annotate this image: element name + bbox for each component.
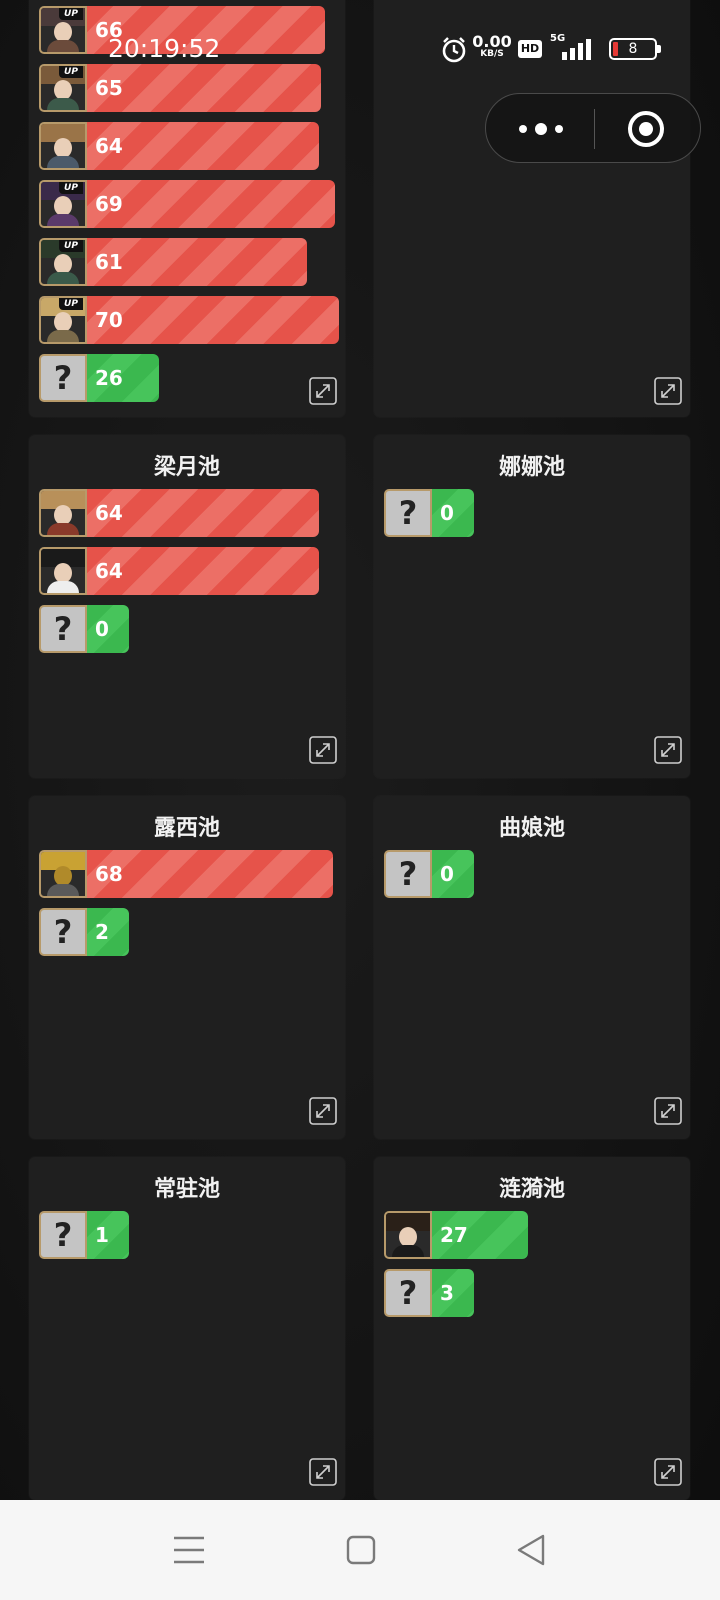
- pool-row[interactable]: UP 69: [39, 180, 335, 228]
- home-square-icon[interactable]: [345, 1534, 377, 1566]
- pool-card-top-right: [374, 0, 690, 417]
- capsule-divider: [594, 109, 595, 149]
- pity-count-bar: 65: [85, 64, 321, 112]
- unknown-avatar: ?: [39, 354, 87, 402]
- pool-row[interactable]: ? 0: [39, 605, 131, 653]
- pool-row[interactable]: UP 61: [39, 238, 307, 286]
- pool-row[interactable]: UP 65: [39, 64, 321, 112]
- pity-count-bar: 61: [85, 238, 307, 286]
- character-avatar: UP: [39, 238, 87, 286]
- expand-icon[interactable]: [654, 377, 682, 405]
- question-mark-icon: ?: [53, 610, 73, 648]
- battery-icon: 8: [609, 38, 661, 60]
- pity-count-bar: 69: [85, 180, 335, 228]
- unknown-avatar: ?: [39, 605, 87, 653]
- pity-count-bar: 70: [85, 296, 339, 344]
- pool-row[interactable]: ? 2: [39, 908, 131, 956]
- expand-icon[interactable]: [309, 1458, 337, 1486]
- character-avatar: [384, 1211, 432, 1259]
- more-dots-icon[interactable]: [516, 116, 566, 142]
- character-avatar: [39, 489, 87, 537]
- alarm-icon: [442, 37, 466, 63]
- pool-row[interactable]: ? 0: [384, 489, 476, 537]
- net-speed: 0.00 KB/S: [472, 32, 512, 59]
- hd-badge: HD: [518, 40, 542, 58]
- pool-title: 常驻池: [153, 1177, 220, 1202]
- expand-icon[interactable]: [309, 1097, 337, 1125]
- expand-icon[interactable]: [309, 736, 337, 764]
- pity-count-bar: 64: [85, 547, 319, 595]
- character-avatar: [39, 547, 87, 595]
- unknown-avatar: ?: [384, 489, 432, 537]
- question-mark-icon: ?: [398, 855, 418, 893]
- pool-row[interactable]: ? 26: [39, 354, 163, 402]
- unknown-avatar: ?: [39, 908, 87, 956]
- pity-count-bar: 64: [85, 122, 319, 170]
- character-avatar: UP: [39, 296, 87, 344]
- up-badge: UP: [59, 240, 83, 252]
- miniprogram-capsule: [485, 93, 701, 163]
- menu-icon[interactable]: [172, 1534, 206, 1566]
- expand-icon[interactable]: [654, 1097, 682, 1125]
- pool-row[interactable]: ? 3: [384, 1269, 476, 1317]
- target-close-icon[interactable]: [626, 109, 666, 149]
- back-triangle-icon[interactable]: [515, 1533, 547, 1567]
- pity-count-bar: 26: [85, 354, 159, 402]
- pity-count-bar: 64: [85, 489, 319, 537]
- pool-card: 梁月池 64 64 ? 0: [29, 435, 345, 778]
- character-avatar: UP: [39, 6, 87, 54]
- question-mark-icon: ?: [53, 913, 73, 951]
- pool-card: 涟漪池 27 ? 3: [374, 1157, 690, 1500]
- pity-count-bar: 0: [430, 489, 474, 537]
- pool-title: 曲娘池: [498, 816, 565, 841]
- pity-count-bar: 0: [430, 850, 474, 898]
- pity-count-bar: 3: [430, 1269, 474, 1317]
- pool-title: 娜娜池: [498, 455, 565, 480]
- pool-card: 常驻池 ? 1: [29, 1157, 345, 1500]
- pool-row[interactable]: ? 0: [384, 850, 476, 898]
- pity-count-bar: 2: [85, 908, 129, 956]
- character-avatar: UP: [39, 180, 87, 228]
- pool-row[interactable]: ? 1: [39, 1211, 131, 1259]
- pool-title: 梁月池: [153, 455, 220, 480]
- pool-row[interactable]: 68: [39, 850, 333, 898]
- pool-row[interactable]: 64: [39, 122, 319, 170]
- pity-count-bar: 1: [85, 1211, 129, 1259]
- up-badge: UP: [59, 8, 83, 20]
- pool-row[interactable]: UP 70: [39, 296, 339, 344]
- pool-row[interactable]: 64: [39, 489, 319, 537]
- battery-level: 8: [628, 41, 638, 57]
- expand-icon[interactable]: [654, 736, 682, 764]
- character-avatar: [39, 850, 87, 898]
- pool-row[interactable]: 64: [39, 547, 319, 595]
- up-badge: UP: [59, 66, 83, 78]
- expand-icon[interactable]: [309, 377, 337, 405]
- pool-card: 露西池 68 ? 2: [29, 796, 345, 1139]
- character-avatar: [39, 122, 87, 170]
- pool-row[interactable]: 27: [384, 1211, 530, 1259]
- pity-count-bar: 0: [85, 605, 129, 653]
- unknown-avatar: ?: [384, 1269, 432, 1317]
- expand-icon[interactable]: [654, 1458, 682, 1486]
- question-mark-icon: ?: [398, 1274, 418, 1312]
- pool-title: 露西池: [153, 816, 220, 841]
- pity-count-bar: 27: [430, 1211, 528, 1259]
- question-mark-icon: ?: [53, 359, 73, 397]
- unknown-avatar: ?: [384, 850, 432, 898]
- up-badge: UP: [59, 298, 83, 310]
- question-mark-icon: ?: [53, 1216, 73, 1254]
- pool-card: 曲娘池 ? 0: [374, 796, 690, 1139]
- system-navigation-bar: [0, 1500, 720, 1600]
- up-badge: UP: [59, 182, 83, 194]
- signal-icon: [562, 39, 591, 60]
- question-mark-icon: ?: [398, 494, 418, 532]
- character-avatar: UP: [39, 64, 87, 112]
- pool-card: 娜娜池 ? 0: [374, 435, 690, 778]
- pity-count-bar: 68: [85, 850, 333, 898]
- pool-title: 涟漪池: [498, 1177, 565, 1202]
- status-time: 20:19:52: [108, 34, 221, 63]
- unknown-avatar: ?: [39, 1211, 87, 1259]
